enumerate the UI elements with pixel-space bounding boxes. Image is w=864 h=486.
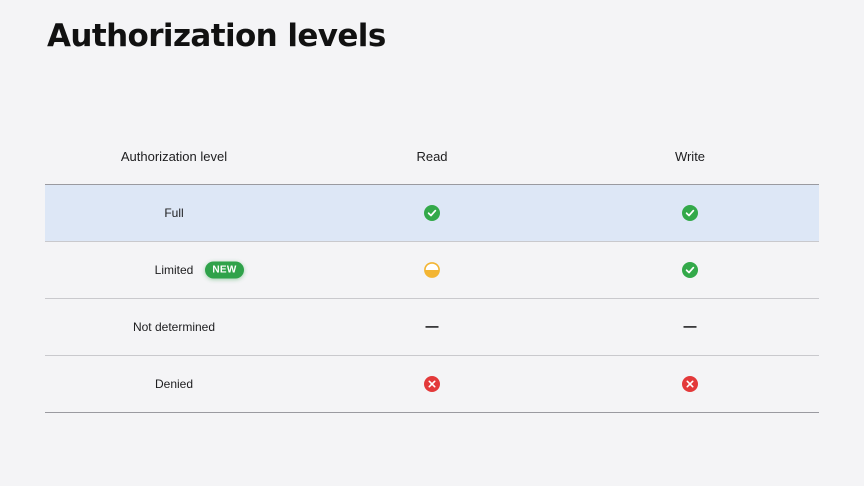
row-level-label: Not determined xyxy=(132,320,216,334)
header-write: Write xyxy=(674,148,706,164)
row-level-label: Denied xyxy=(154,377,194,391)
table-row-denied: Denied xyxy=(45,355,819,413)
x-mark-icon xyxy=(682,376,698,392)
checkmark-icon xyxy=(424,205,440,221)
header-authorization-level: Authorization level xyxy=(120,148,228,164)
checkmark-icon xyxy=(682,262,698,278)
dash-icon xyxy=(682,319,698,335)
new-badge: NEW xyxy=(205,261,244,279)
table-row-limited: Limited NEW xyxy=(45,241,819,298)
dash-icon xyxy=(424,319,440,335)
table-row-not-determined: Not determined xyxy=(45,298,819,355)
table-header-row: Authorization level Read Write xyxy=(45,128,819,184)
table-row-full: Full xyxy=(45,184,819,241)
checkmark-icon xyxy=(682,205,698,221)
row-level-label: Limited xyxy=(154,263,194,277)
authorization-table: Authorization level Read Write Full Limi… xyxy=(45,128,819,413)
page-title: Authorization levels xyxy=(47,18,386,54)
x-mark-icon xyxy=(424,376,440,392)
row-level-label: Full xyxy=(164,206,184,220)
header-read: Read xyxy=(416,148,448,164)
half-filled-circle-icon xyxy=(424,262,440,278)
